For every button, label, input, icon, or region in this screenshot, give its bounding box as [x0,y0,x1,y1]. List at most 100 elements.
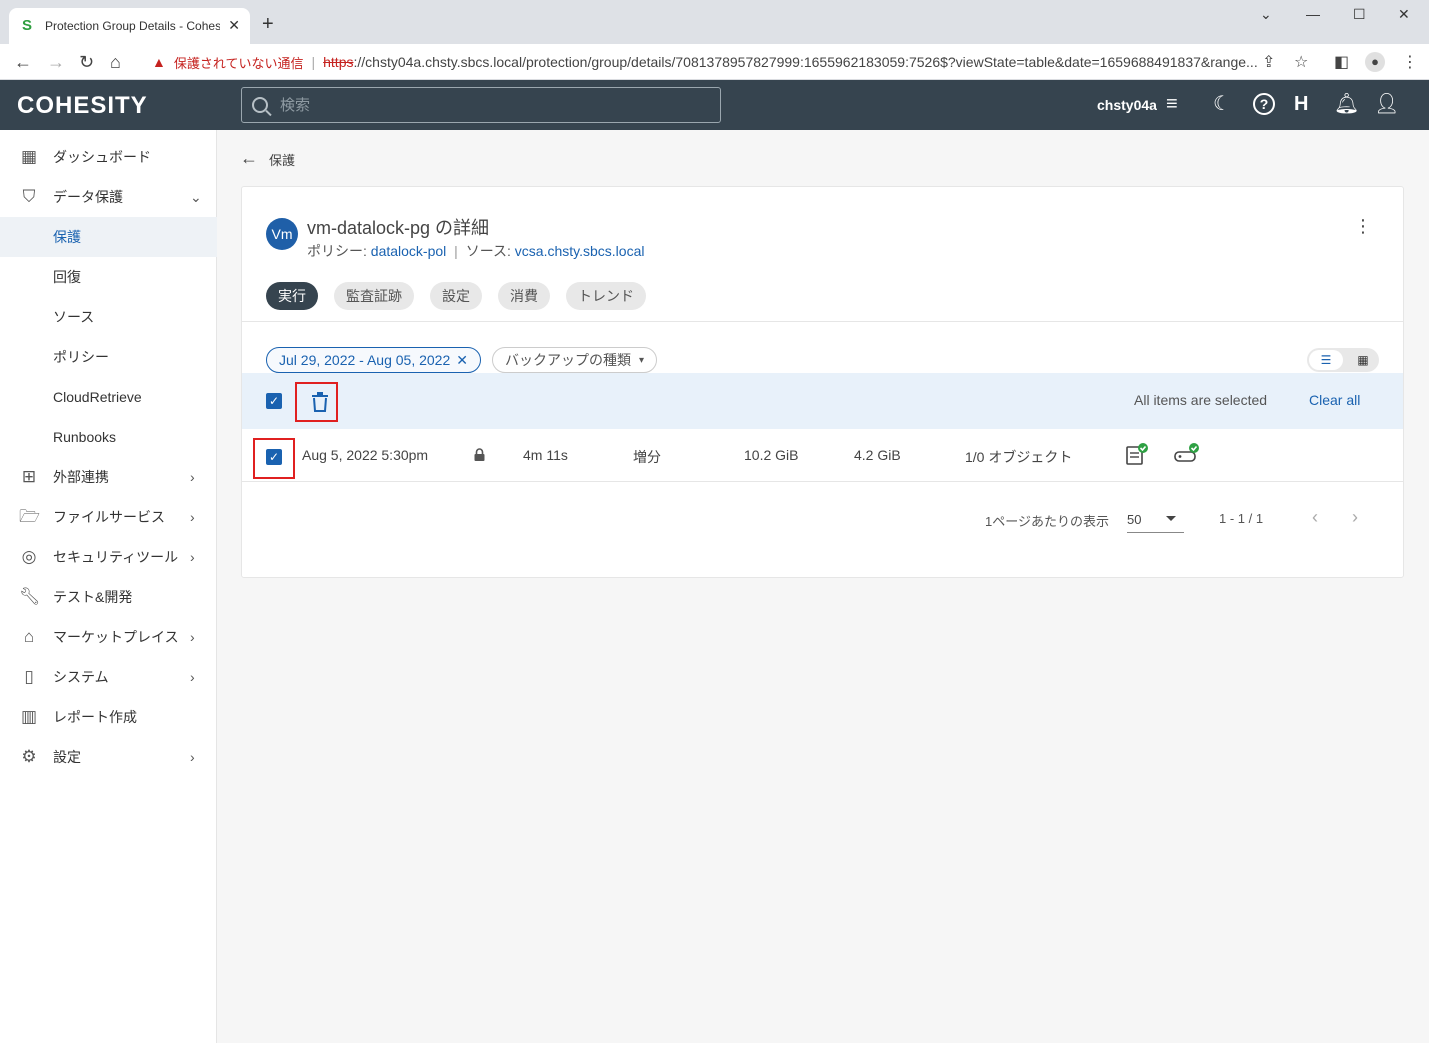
gear-icon: ⚙ [21,747,37,766]
sidebar-item-label: Runbooks [53,429,117,445]
breadcrumb[interactable]: 保護 [269,150,295,169]
sidebar-item-label: CloudRetrieve [53,389,142,405]
next-page-icon[interactable]: › [1352,507,1358,528]
back-icon[interactable]: ← [14,52,32,72]
date-range-label: Jul 29, 2022 - Aug 05, 2022 [279,352,451,368]
back-arrow-icon[interactable]: ← [240,148,258,169]
sidebar-item-label: 外部連携 [53,469,109,485]
report-icon: ▥ [20,707,38,726]
run-start-time[interactable]: Aug 5, 2022 5:30pm [302,447,428,463]
sidebar-item-label: 保護 [53,229,81,245]
sidebar-item-security-tools[interactable]: ◎ セキュリティツール › [0,537,217,577]
search-input[interactable] [280,96,700,114]
backup-type-label: バックアップの種類 [505,352,631,368]
objects-count: 1/0 オブジェクト [965,449,1073,465]
tab-trends[interactable]: トレンド [566,282,646,310]
sidebar-item-label: データ保護 [53,189,123,205]
share-icon[interactable]: ⇪ [1262,52,1275,72]
divider [242,321,1403,322]
filter-icon[interactable]: ≡ [1166,93,1178,115]
sidebar-item-policies[interactable]: ポリシー [0,337,217,377]
new-tab-icon[interactable]: + [262,14,274,34]
browser-tab[interactable]: S Protection Group Details - Cohesity ✕ [9,8,250,44]
sidebar-item-dashboard[interactable]: ▦ ダッシュボード [0,137,217,177]
table-row[interactable]: ✓ Aug 5, 2022 5:30pm 4m 11s 増分 10.2 GiB … [242,429,1403,482]
user-account-icon[interactable]: 👤︎ [1374,93,1399,115]
wrench-icon: 🔧︎ [19,587,41,606]
more-menu-icon[interactable]: ⋮ [1354,217,1372,235]
sidebar-item-test-dev[interactable]: 🔧︎ テスト&開発 [0,577,217,617]
list-view-icon[interactable]: ☰ [1309,350,1343,370]
sidebar-item-file-services[interactable]: 🗁︎ ファイルサービス › [0,497,217,537]
per-page-select[interactable]: 50 [1127,505,1184,533]
tab-search-chevron-icon[interactable]: ⌄ [1260,6,1272,23]
backup-type-filter[interactable]: バックアップの種類 ▾ [492,347,658,373]
tab-close-icon[interactable]: ✕ [228,17,240,34]
helios-icon[interactable]: H [1294,93,1308,115]
bookmark-star-icon[interactable]: ☆ [1294,52,1308,72]
group-subtitle: ポリシー: datalock-pol | ソース: vcsa.chsty.sbc… [307,241,644,261]
forward-icon[interactable]: → [47,52,65,72]
source-link[interactable]: vcsa.chsty.sbcs.local [515,243,645,259]
cluster-name[interactable]: chsty04a [1097,97,1157,113]
maximize-icon[interactable]: ☐ [1353,6,1366,23]
tab-consumption[interactable]: 消費 [498,282,550,310]
dark-mode-moon-icon[interactable]: ☾ [1213,93,1231,115]
view-toggle[interactable]: ☰ ▦ [1307,348,1379,372]
sidebar-item-sources[interactable]: ソース [0,297,217,337]
sidebar-item-system[interactable]: ▯ システム › [0,657,217,697]
date-range-filter[interactable]: Jul 29, 2022 - Aug 05, 2022 ✕ [266,347,481,373]
sidebar-item-recovery[interactable]: 回復 [0,257,217,297]
policy-link[interactable]: datalock-pol [371,243,447,259]
sidebar-item-reports[interactable]: ▥ レポート作成 [0,697,217,737]
sidebar-item-data-protection[interactable]: ⛉ データ保護 ⌄ [0,177,217,217]
sidebar-item-integrations[interactable]: ⊞ 外部連携 › [0,457,217,497]
data-written: 4.2 GiB [854,447,901,463]
profile-icon[interactable]: ● [1365,52,1385,72]
help-icon[interactable]: ? [1253,93,1275,115]
sidebar-item-label: ダッシュボード [53,149,151,165]
avatar: Vm [266,218,298,250]
notifications-bell-icon[interactable]: 🔔︎ [1334,93,1359,115]
reload-icon[interactable]: ↻ [79,52,94,72]
url-text: ://chsty04a.chsty.sbcs.local/protection/… [353,54,1258,70]
chevron-down-icon: ⌄ [190,188,202,205]
sidebar-item-runbooks[interactable]: Runbooks [0,417,217,457]
select-all-checkbox[interactable]: ✓ [266,393,282,409]
folder-icon: 🗁︎ [19,507,41,526]
sidebar-item-marketplace[interactable]: ⌂ マーケットプレイス › [0,617,217,657]
sidebar-item-protection[interactable]: 保護 [0,217,217,257]
tab-audit-trail[interactable]: 監査証跡 [334,282,414,310]
shield-icon: ⛉ [22,187,36,206]
sidebar-item-settings[interactable]: ⚙ 設定 › [0,737,217,777]
sidebar-item-label: 設定 [53,749,81,765]
cohesity-logo[interactable]: COHESITY [17,92,148,120]
prev-page-icon[interactable]: ‹ [1312,507,1318,528]
calendar-view-icon[interactable]: ▦ [1349,350,1377,370]
policy-label: ポリシー: [307,243,367,259]
backup-status-success-icon[interactable] [1125,442,1149,466]
data-read: 10.2 GiB [744,447,799,463]
url-field[interactable]: ▲ 保護されていない通信 | https ://chsty04a.chsty.s… [142,49,1322,75]
minimize-icon[interactable]: — [1306,6,1320,22]
browser-tab-bar: S Protection Group Details - Cohesity ✕ … [0,0,1429,44]
tab-settings[interactable]: 設定 [430,282,482,310]
tab-runs[interactable]: 実行 [266,282,318,310]
sidebar-item-cloudretrieve[interactable]: CloudRetrieve [0,377,217,417]
replication-status-success-icon[interactable] [1174,442,1200,466]
home-icon[interactable]: ⌂ [110,52,121,72]
side-panel-icon[interactable]: ◧ [1334,52,1349,72]
search-box[interactable] [241,87,721,123]
selection-status: All items are selected [1134,392,1268,408]
window-close-icon[interactable]: ✕ [1398,6,1410,23]
sidebar-item-label: システム [53,669,109,685]
per-page-value: 50 [1127,512,1142,527]
clear-all-link[interactable]: Clear all [1309,392,1360,408]
row-checkbox[interactable]: ✓ [266,449,282,465]
trash-icon[interactable] [311,392,329,412]
chevron-right-icon: › [190,629,195,645]
browser-menu-icon[interactable]: ⋮ [1402,52,1418,72]
close-icon[interactable]: ✕ [456,352,468,369]
sidebar-item-label: 回復 [53,269,81,285]
chevron-right-icon: › [190,669,195,685]
